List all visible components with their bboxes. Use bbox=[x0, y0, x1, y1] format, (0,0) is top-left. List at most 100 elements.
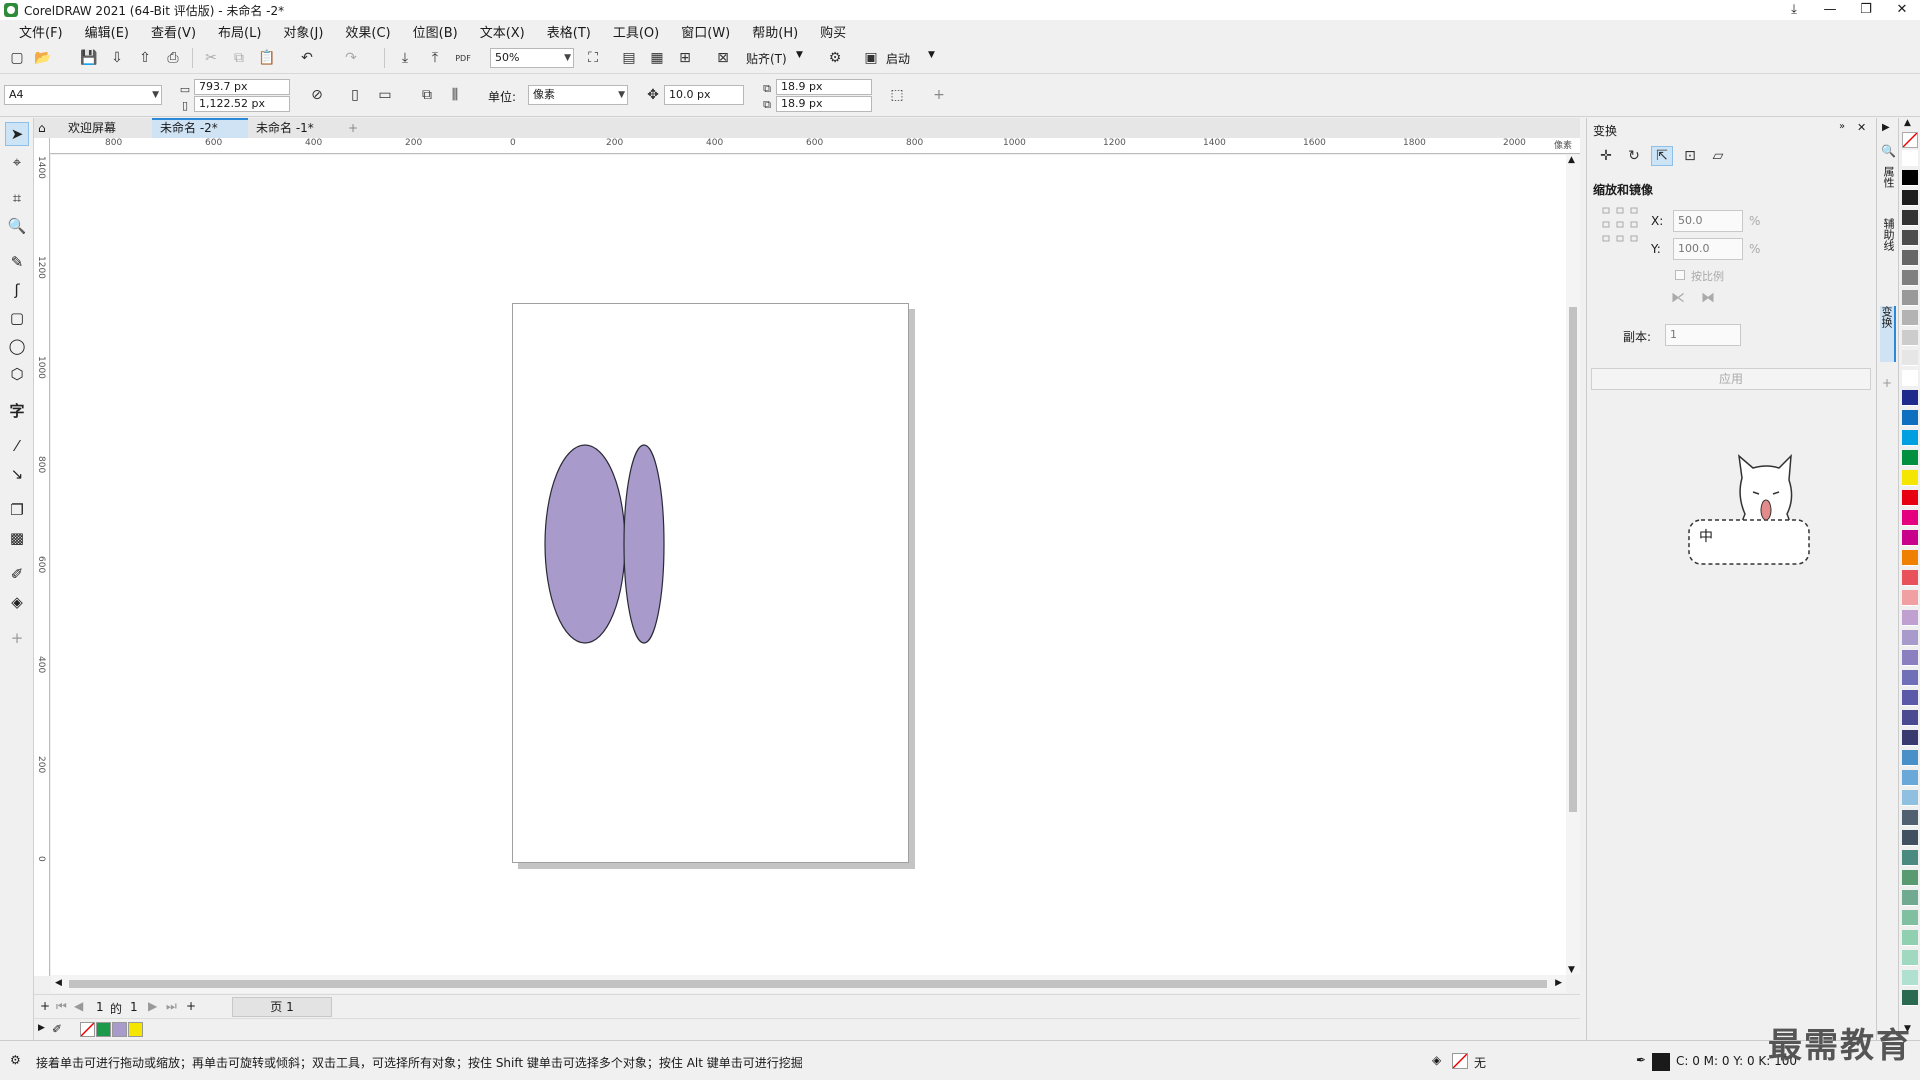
zoom-level-select[interactable]: 50% ▼ bbox=[490, 48, 574, 68]
tab-untitled-2[interactable]: 未命名 -2* bbox=[152, 118, 248, 138]
all-pages-icon[interactable]: ⧉ bbox=[416, 85, 438, 105]
properties-search-icon[interactable]: 🔍 bbox=[1881, 144, 1896, 158]
ellipse-shape[interactable] bbox=[623, 444, 665, 644]
palette-color-swatch[interactable] bbox=[1902, 530, 1918, 546]
eyedropper-icon[interactable]: ✐ bbox=[52, 1022, 62, 1036]
palette-color-swatch[interactable] bbox=[1902, 450, 1918, 466]
add-icon[interactable]: + bbox=[928, 85, 950, 105]
size-icon[interactable]: ⊡ bbox=[1679, 146, 1701, 166]
palette-color-swatch[interactable] bbox=[1902, 350, 1918, 366]
palette-color-swatch[interactable] bbox=[1902, 250, 1918, 266]
redo-icon[interactable]: ↷ bbox=[340, 48, 362, 68]
home-icon[interactable]: ⌂ bbox=[34, 118, 56, 138]
horizontal-scrollbar[interactable]: ◀ ▶ bbox=[51, 975, 1566, 993]
rectangle-tool-icon[interactable]: ▢ bbox=[5, 306, 29, 330]
units-select[interactable]: 像素 ▼ bbox=[528, 85, 628, 105]
mirror-horizontal-icon[interactable]: ⧔ bbox=[1667, 288, 1689, 308]
settings-gear-icon[interactable]: ⚙ bbox=[10, 1053, 21, 1067]
palette-color-swatch[interactable] bbox=[1902, 790, 1918, 806]
vertical-scrollbar[interactable]: ▲ ▼ bbox=[1566, 155, 1580, 975]
palette-color-swatch[interactable] bbox=[1902, 570, 1918, 586]
scroll-left-icon[interactable]: ◀ bbox=[55, 978, 62, 988]
doc-color-swatch[interactable] bbox=[96, 1022, 111, 1037]
tab-guidelines[interactable]: 辅助线 bbox=[1880, 218, 1896, 288]
palette-color-swatch[interactable] bbox=[1902, 810, 1918, 826]
transparency-tool-icon[interactable]: ▩ bbox=[5, 526, 29, 550]
last-page-icon[interactable]: ⏭ bbox=[166, 999, 177, 1014]
position-icon[interactable]: ✛ bbox=[1595, 146, 1617, 166]
dimension-tool-icon[interactable]: ⁄ bbox=[5, 434, 29, 458]
show-rulers-icon[interactable]: ▤ bbox=[618, 48, 640, 68]
cut-icon[interactable]: ✂ bbox=[200, 48, 222, 68]
x-scale-field[interactable]: 50.0 bbox=[1673, 210, 1743, 232]
nudge-distance-field[interactable]: 10.0 px bbox=[664, 85, 744, 105]
text-tool-icon[interactable]: 字 bbox=[5, 398, 29, 422]
palette-color-swatch[interactable] bbox=[1902, 590, 1918, 606]
docker-tabs-expand-icon[interactable]: ▶ bbox=[1882, 122, 1890, 133]
tab-untitled-1[interactable]: 未命名 -1* bbox=[248, 118, 344, 138]
palette-color-swatch[interactable] bbox=[1902, 150, 1918, 166]
palette-color-swatch[interactable] bbox=[1902, 850, 1918, 866]
palette-color-swatch[interactable] bbox=[1902, 650, 1918, 666]
crop-tool-icon[interactable]: ⌗ bbox=[5, 186, 29, 210]
copy-icon[interactable]: ⧉ bbox=[228, 48, 250, 68]
options-gear-icon[interactable]: ⚙ bbox=[824, 48, 846, 68]
chevron-down-icon[interactable]: ▼ bbox=[928, 50, 935, 60]
palette-color-swatch[interactable] bbox=[1902, 330, 1918, 346]
doc-color-swatch[interactable] bbox=[128, 1022, 143, 1037]
duplicate-x-field[interactable]: 18.9 px bbox=[776, 79, 872, 95]
palette-color-swatch[interactable] bbox=[1902, 510, 1918, 526]
palette-color-swatch[interactable] bbox=[1902, 950, 1918, 966]
outline-color-swatch[interactable] bbox=[1652, 1053, 1670, 1071]
anchor-grid[interactable] bbox=[1601, 206, 1639, 244]
apply-button[interactable]: 应用 bbox=[1591, 368, 1871, 390]
y-scale-field[interactable]: 100.0 bbox=[1673, 238, 1743, 260]
tab-transform[interactable]: 变换 bbox=[1880, 306, 1896, 362]
page-border-icon[interactable]: ⬚ bbox=[886, 85, 908, 105]
palette-color-swatch[interactable] bbox=[1902, 470, 1918, 486]
skew-icon[interactable]: ▱ bbox=[1707, 146, 1729, 166]
new-document-icon[interactable]: ▢ bbox=[6, 48, 28, 68]
page-width-field[interactable]: 793.7 px bbox=[194, 79, 290, 95]
palette-color-swatch[interactable] bbox=[1902, 390, 1918, 406]
shape-tool-icon[interactable]: ⌖ bbox=[5, 150, 29, 174]
palette-color-swatch[interactable] bbox=[1902, 210, 1918, 226]
palette-color-swatch[interactable] bbox=[1902, 870, 1918, 886]
close-button[interactable]: ✕ bbox=[1884, 0, 1920, 20]
menu-edit[interactable]: 编辑(E) bbox=[74, 22, 140, 41]
publish-pdf-icon[interactable]: PDF bbox=[452, 48, 474, 68]
palette-color-swatch[interactable] bbox=[1902, 230, 1918, 246]
menu-help[interactable]: 帮助(H) bbox=[741, 22, 809, 41]
palette-color-swatch[interactable] bbox=[1902, 690, 1918, 706]
snap-to-dropdown[interactable]: 贴齐(T) bbox=[746, 50, 787, 67]
scale-mirror-icon[interactable]: ⇱ bbox=[1651, 146, 1673, 166]
interactive-fill-tool-icon[interactable]: ◈ bbox=[5, 590, 29, 614]
horizontal-ruler[interactable]: 800 600 400 200 0 200 400 600 800 1000 1… bbox=[50, 138, 1580, 154]
lock-ratio-icon[interactable]: ⊘ bbox=[306, 85, 328, 105]
add-tab-button[interactable]: + bbox=[340, 118, 366, 138]
proportional-checkbox[interactable] bbox=[1675, 270, 1685, 280]
chevron-down-icon[interactable]: ▼ bbox=[796, 50, 803, 60]
menu-effects[interactable]: 效果(C) bbox=[334, 22, 401, 41]
vertical-ruler[interactable]: 1400 1200 1000 800 600 400 200 0 bbox=[34, 138, 50, 976]
horizontal-scroll-thumb[interactable] bbox=[69, 980, 1547, 988]
open-icon[interactable]: 📂 bbox=[32, 48, 54, 68]
previous-page-icon[interactable]: ◀ bbox=[74, 999, 83, 1013]
palette-color-swatch[interactable] bbox=[1902, 630, 1918, 646]
palette-color-swatch[interactable] bbox=[1902, 970, 1918, 986]
print-icon[interactable]: ⎙ bbox=[162, 48, 184, 68]
tab-properties[interactable]: 属性 bbox=[1880, 166, 1896, 206]
menu-table[interactable]: 表格(T) bbox=[536, 22, 602, 41]
palette-color-swatch[interactable] bbox=[1902, 830, 1918, 846]
palette-color-swatch[interactable] bbox=[1902, 770, 1918, 786]
rotate-icon[interactable]: ↻ bbox=[1623, 146, 1645, 166]
pick-tool-icon[interactable]: ➤ bbox=[5, 122, 29, 146]
restore-button[interactable]: ❐ bbox=[1848, 0, 1884, 20]
minimize-button[interactable]: — bbox=[1812, 0, 1848, 20]
cloud-upload-icon[interactable]: ⇧ bbox=[134, 48, 156, 68]
palette-color-swatch[interactable] bbox=[1902, 930, 1918, 946]
fill-none-swatch[interactable] bbox=[1452, 1053, 1468, 1069]
freehand-tool-icon[interactable]: ✎ bbox=[5, 250, 29, 274]
fill-indicator-icon[interactable]: ◈ bbox=[1432, 1053, 1441, 1067]
menu-window[interactable]: 窗口(W) bbox=[670, 22, 741, 41]
